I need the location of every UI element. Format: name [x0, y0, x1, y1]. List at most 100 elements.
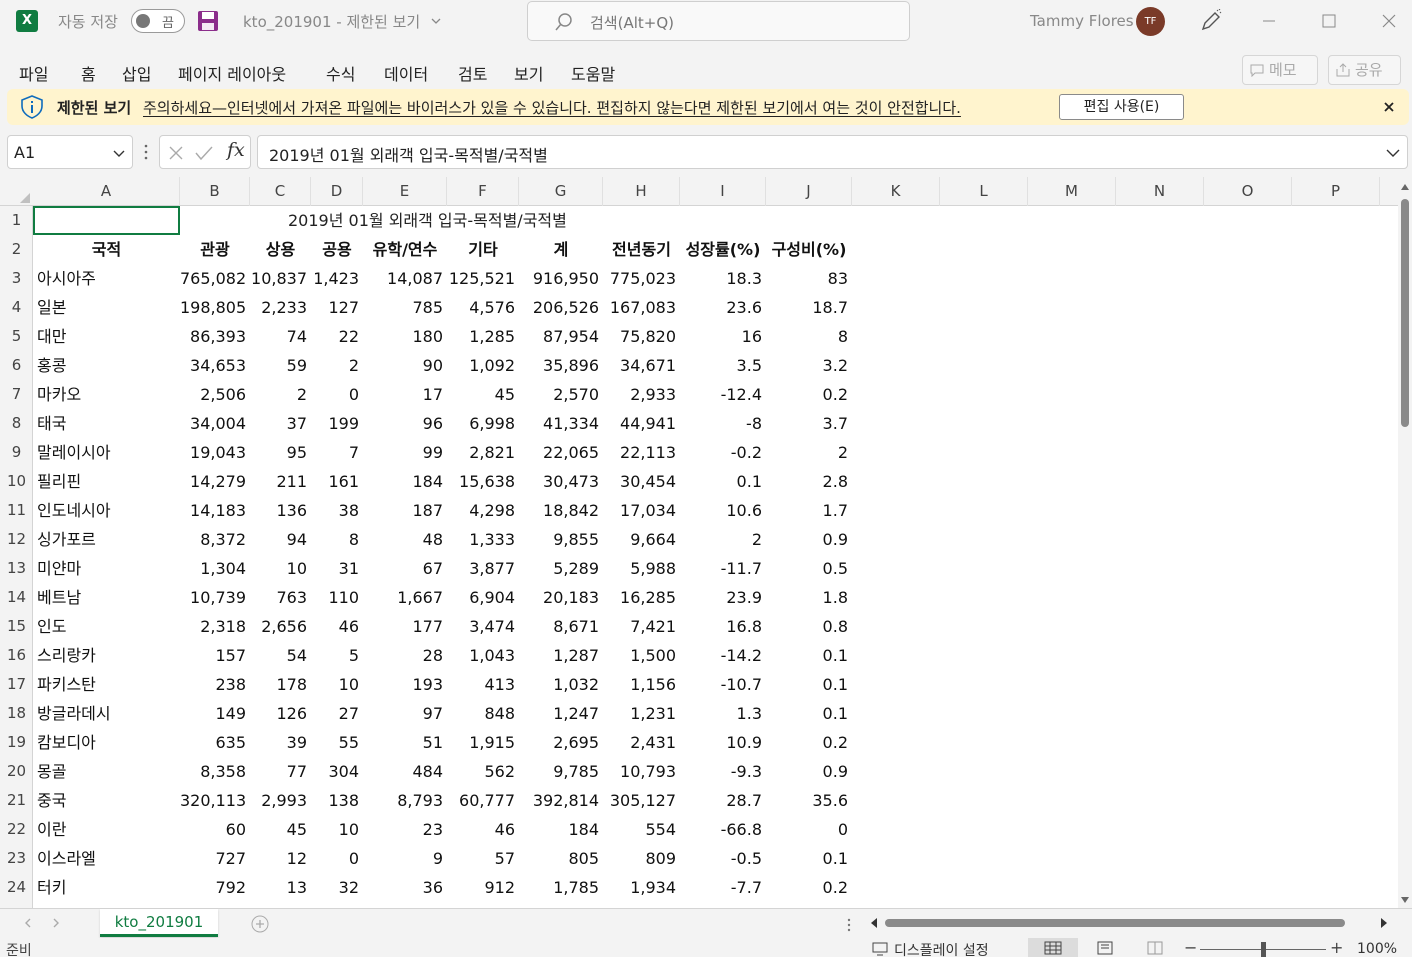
value-cell[interactable]: -9.3	[680, 757, 766, 786]
row-header[interactable]: 15	[0, 612, 33, 641]
share-button[interactable]: 공유	[1328, 55, 1401, 85]
row-header[interactable]: 3	[0, 264, 33, 293]
value-cell[interactable]: 2,570	[519, 380, 603, 409]
country-cell[interactable]: 필리핀	[33, 467, 180, 496]
country-cell[interactable]: 스리랑카	[33, 641, 180, 670]
chevron-down-icon[interactable]	[1385, 145, 1401, 161]
value-cell[interactable]: 8	[766, 322, 852, 351]
value-cell[interactable]: -7.7	[680, 873, 766, 902]
value-cell[interactable]: 12	[250, 844, 311, 873]
avatar[interactable]: TF	[1136, 7, 1165, 36]
value-cell[interactable]: 28	[363, 641, 447, 670]
column-header[interactable]: B	[180, 177, 250, 206]
value-cell[interactable]: 211	[250, 467, 311, 496]
value-cell[interactable]: 193	[363, 670, 447, 699]
prev-sheet-icon[interactable]	[22, 917, 34, 929]
search-input[interactable]: 검색(Alt+Q)	[527, 1, 910, 41]
row-header[interactable]: 7	[0, 380, 33, 409]
header-cell[interactable]: 상용	[250, 235, 311, 264]
value-cell[interactable]: 792	[180, 873, 250, 902]
header-cell[interactable]: 기타	[447, 235, 519, 264]
row-header[interactable]: 18	[0, 699, 33, 728]
value-cell[interactable]: 9	[363, 844, 447, 873]
value-cell[interactable]: 1,667	[363, 583, 447, 612]
country-cell[interactable]: 몽골	[33, 757, 180, 786]
value-cell[interactable]: 4,576	[447, 293, 519, 322]
insert-function-icon[interactable]: fx	[227, 139, 245, 161]
value-cell[interactable]: 1,333	[447, 525, 519, 554]
value-cell[interactable]: 1,285	[447, 322, 519, 351]
row-header[interactable]: 20	[0, 757, 33, 786]
country-cell[interactable]: 터키	[33, 873, 180, 902]
value-cell[interactable]: 2,933	[603, 380, 680, 409]
header-cell[interactable]: 성장률(%)	[680, 235, 766, 264]
value-cell[interactable]: 1,500	[603, 641, 680, 670]
value-cell[interactable]: 16,285	[603, 583, 680, 612]
row-header[interactable]: 24	[0, 873, 33, 902]
cell-area[interactable]: 2019년 01월 외래객 입국-목적별/국적별 국적 관광 상용 공용 유학/연수 기타…	[33, 206, 1393, 908]
worksheet-grid[interactable]: ABCDEFGHIJKLMNOP 1 2 3 4 5 6 7 8 9 10 11 12 13 14 15 16…	[0, 177, 1412, 908]
value-cell[interactable]: 60	[180, 815, 250, 844]
more-options-icon[interactable]	[846, 917, 852, 933]
close-icon[interactable]	[1381, 99, 1397, 115]
value-cell[interactable]: 15,638	[447, 467, 519, 496]
normal-view-button[interactable]	[1028, 938, 1078, 957]
value-cell[interactable]: 0.9	[766, 525, 852, 554]
value-cell[interactable]: 2,993	[250, 786, 311, 815]
value-cell[interactable]: 35,896	[519, 351, 603, 380]
value-cell[interactable]: 60,777	[447, 786, 519, 815]
value-cell[interactable]: 3,877	[447, 554, 519, 583]
value-cell[interactable]: 10.9	[680, 728, 766, 757]
value-cell[interactable]: 149	[180, 699, 250, 728]
value-cell[interactable]: 67	[363, 554, 447, 583]
value-cell[interactable]: 0.5	[766, 554, 852, 583]
value-cell[interactable]: 17,034	[603, 496, 680, 525]
scroll-up-icon[interactable]	[1400, 182, 1410, 192]
value-cell[interactable]: 912	[447, 873, 519, 902]
value-cell[interactable]: 34,653	[180, 351, 250, 380]
value-cell[interactable]: 45	[447, 380, 519, 409]
value-cell[interactable]: 0.1	[766, 699, 852, 728]
sheet-title-cell[interactable]: 2019년 01월 외래객 입국-목적별/국적별	[288, 206, 567, 235]
value-cell[interactable]: 18,842	[519, 496, 603, 525]
value-cell[interactable]: 0.9	[766, 757, 852, 786]
value-cell[interactable]: 809	[603, 844, 680, 873]
value-cell[interactable]: 6,998	[447, 409, 519, 438]
column-header[interactable]: P	[1292, 177, 1380, 206]
header-cell[interactable]: 계	[519, 235, 603, 264]
zoom-out-button[interactable]: −	[1184, 938, 1197, 957]
value-cell[interactable]: 805	[519, 844, 603, 873]
menu-formulas[interactable]: 수식	[326, 61, 355, 85]
row-header[interactable]: 21	[0, 786, 33, 815]
value-cell[interactable]: 23	[363, 815, 447, 844]
scroll-right-icon[interactable]	[1378, 917, 1390, 929]
row-header[interactable]: 10	[0, 467, 33, 496]
value-cell[interactable]: 1.3	[680, 699, 766, 728]
value-cell[interactable]: 110	[311, 583, 363, 612]
value-cell[interactable]: 44,941	[603, 409, 680, 438]
value-cell[interactable]: 1,785	[519, 873, 603, 902]
value-cell[interactable]: 1.8	[766, 583, 852, 612]
row-header[interactable]: 23	[0, 844, 33, 873]
value-cell[interactable]: 95	[250, 438, 311, 467]
value-cell[interactable]: 484	[363, 757, 447, 786]
value-cell[interactable]: 2.8	[766, 467, 852, 496]
value-cell[interactable]: 2	[250, 380, 311, 409]
menu-view[interactable]: 보기	[514, 61, 543, 85]
value-cell[interactable]: 2,233	[250, 293, 311, 322]
value-cell[interactable]: 10.6	[680, 496, 766, 525]
value-cell[interactable]: 2,656	[250, 612, 311, 641]
value-cell[interactable]: 35.6	[766, 786, 852, 815]
header-cell[interactable]: 공용	[311, 235, 363, 264]
country-cell[interactable]: 인도	[33, 612, 180, 641]
value-cell[interactable]: -66.8	[680, 815, 766, 844]
scroll-thumb[interactable]	[885, 919, 1345, 927]
value-cell[interactable]: 765,082	[180, 264, 250, 293]
display-settings-button[interactable]: 디스플레이 설정	[872, 940, 989, 957]
value-cell[interactable]: 180	[363, 322, 447, 351]
value-cell[interactable]: 1,423	[311, 264, 363, 293]
country-cell[interactable]: 인도네시아	[33, 496, 180, 525]
value-cell[interactable]: 1,231	[603, 699, 680, 728]
value-cell[interactable]: 554	[603, 815, 680, 844]
value-cell[interactable]: 138	[311, 786, 363, 815]
